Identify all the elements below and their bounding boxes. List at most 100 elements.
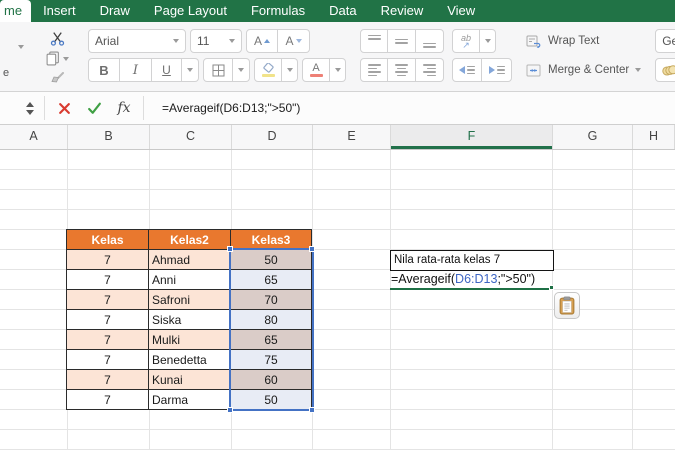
fill-color-button[interactable] xyxy=(254,58,282,82)
tab-view[interactable]: View xyxy=(435,0,487,22)
selection-handle[interactable] xyxy=(309,407,315,413)
merge-center-button[interactable]: Merge & Center xyxy=(526,60,641,80)
paste-dropdown-caret-icon[interactable] xyxy=(18,45,24,49)
enter-button[interactable] xyxy=(83,102,105,115)
wrap-text-button[interactable]: Wrap Text xyxy=(526,31,641,51)
cut-button[interactable] xyxy=(50,30,65,47)
align-top-button[interactable] xyxy=(360,29,388,53)
cell[interactable]: 7 xyxy=(67,350,149,370)
cell[interactable]: 75 xyxy=(231,350,312,370)
tab-page-layout[interactable]: Page Layout xyxy=(142,0,239,22)
table-header-kelas3[interactable]: Kelas3 xyxy=(231,230,312,250)
cancel-button[interactable] xyxy=(53,102,75,115)
tab-formulas[interactable]: Formulas xyxy=(239,0,317,22)
table-header-kelas[interactable]: Kelas xyxy=(67,230,149,250)
table-row: 7Darma50 xyxy=(67,390,312,410)
cell[interactable]: 7 xyxy=(67,250,149,270)
column-header-a[interactable]: A xyxy=(0,125,68,149)
format-painter-button[interactable] xyxy=(50,70,65,87)
increase-font-size-button[interactable]: A xyxy=(246,29,278,53)
cell-f6-label[interactable]: Nila rata-rata kelas 7 xyxy=(390,250,554,271)
cell[interactable]: Siska xyxy=(149,310,231,330)
fill-color-dropdown[interactable] xyxy=(282,58,298,82)
column-header-e[interactable]: E xyxy=(313,125,391,149)
cell[interactable]: Benedetta xyxy=(149,350,231,370)
column-header-d[interactable]: D xyxy=(232,125,313,149)
cell[interactable]: 7 xyxy=(67,270,149,290)
align-left-button[interactable] xyxy=(360,58,388,82)
selection-handle[interactable] xyxy=(227,246,233,252)
decrease-font-size-button[interactable]: A xyxy=(278,29,310,53)
gridline xyxy=(632,150,633,450)
tab-me[interactable]: me xyxy=(0,0,31,22)
cell[interactable]: 50 xyxy=(231,390,312,410)
font-name-select[interactable]: Arial xyxy=(88,29,186,53)
cell[interactable]: 65 xyxy=(231,270,312,290)
increase-font-icon xyxy=(264,39,270,43)
orientation-button[interactable]: ab ↗ xyxy=(452,29,480,53)
column-header-c[interactable]: C xyxy=(150,125,232,149)
cell[interactable]: 7 xyxy=(67,370,149,390)
cell[interactable]: Kunai xyxy=(149,370,231,390)
cell[interactable]: 60 xyxy=(231,370,312,390)
tab-review[interactable]: Review xyxy=(369,0,436,22)
fill-handle[interactable] xyxy=(549,285,554,290)
cell-f7-formula[interactable]: =Averageif(D6:D13;">50") xyxy=(391,272,535,286)
bold-button[interactable]: B xyxy=(88,58,120,82)
copy-button[interactable] xyxy=(46,50,69,67)
cell[interactable]: 70 xyxy=(231,290,312,310)
font-color-dropdown[interactable] xyxy=(330,58,346,82)
font-size-select[interactable]: 11 xyxy=(190,29,242,53)
cell[interactable]: Mulki xyxy=(149,330,231,350)
align-bottom-button[interactable] xyxy=(416,29,444,53)
cell[interactable]: 7 xyxy=(67,310,149,330)
copy-dropdown-caret-icon[interactable] xyxy=(63,57,69,61)
number-format-select[interactable]: General xyxy=(655,29,675,53)
italic-button[interactable]: I xyxy=(120,58,152,82)
paste-button-fragment[interactable]: e xyxy=(2,29,32,89)
align-middle-button[interactable] xyxy=(388,29,416,53)
cell[interactable]: Ahmad xyxy=(149,250,231,270)
table-row: 7Ahmad50 xyxy=(67,250,312,270)
cell[interactable]: Safroni xyxy=(149,290,231,310)
align-right-button[interactable] xyxy=(416,58,444,82)
copy-icon xyxy=(46,51,60,66)
cell[interactable]: Darma xyxy=(149,390,231,410)
accounting-format-button[interactable] xyxy=(655,58,675,82)
tab-draw[interactable]: Draw xyxy=(88,0,142,22)
cell[interactable]: Anni xyxy=(149,270,231,290)
align-center-icon xyxy=(395,64,408,77)
underline-button[interactable]: U xyxy=(152,58,182,82)
decrease-indent-button[interactable] xyxy=(452,58,482,82)
font-group: Arial 11 A A xyxy=(83,29,351,82)
orientation-dropdown[interactable] xyxy=(480,29,496,53)
table-header-kelas2[interactable]: Kelas2 xyxy=(149,230,231,250)
selection-handle[interactable] xyxy=(309,246,315,252)
name-box-stepper[interactable] xyxy=(24,102,36,115)
insert-function-button[interactable]: fx xyxy=(113,100,135,116)
column-header-g[interactable]: G xyxy=(553,125,633,149)
increase-indent-button[interactable] xyxy=(482,58,512,82)
selection-handle[interactable] xyxy=(227,407,233,413)
cell[interactable]: 80 xyxy=(231,310,312,330)
column-header-f[interactable]: F xyxy=(391,125,553,149)
column-header-b[interactable]: B xyxy=(68,125,150,149)
cell[interactable]: 7 xyxy=(67,330,149,350)
cell[interactable]: 7 xyxy=(67,390,149,410)
cell[interactable]: 7 xyxy=(67,290,149,310)
paste-options-button[interactable] xyxy=(554,292,580,319)
borders-button[interactable] xyxy=(203,58,233,82)
cell[interactable]: 65 xyxy=(231,330,312,350)
cell[interactable]: 50 xyxy=(231,250,312,270)
tab-insert[interactable]: Insert xyxy=(31,0,88,22)
align-center-button[interactable] xyxy=(388,58,416,82)
format-painter-icon xyxy=(50,72,65,86)
formula-bar-input[interactable]: =Averageif(D6:D13;">50") xyxy=(162,101,300,115)
borders-dropdown[interactable] xyxy=(233,58,250,82)
font-color-button[interactable]: A xyxy=(302,58,330,82)
fill-color-swatch xyxy=(262,74,275,77)
column-header-h[interactable]: H xyxy=(633,125,675,149)
underline-dropdown[interactable] xyxy=(182,58,199,82)
tab-data[interactable]: Data xyxy=(317,0,368,22)
sheet-grid[interactable]: KelasKelas2Kelas37Ahmad507Anni657Safroni… xyxy=(0,150,675,450)
